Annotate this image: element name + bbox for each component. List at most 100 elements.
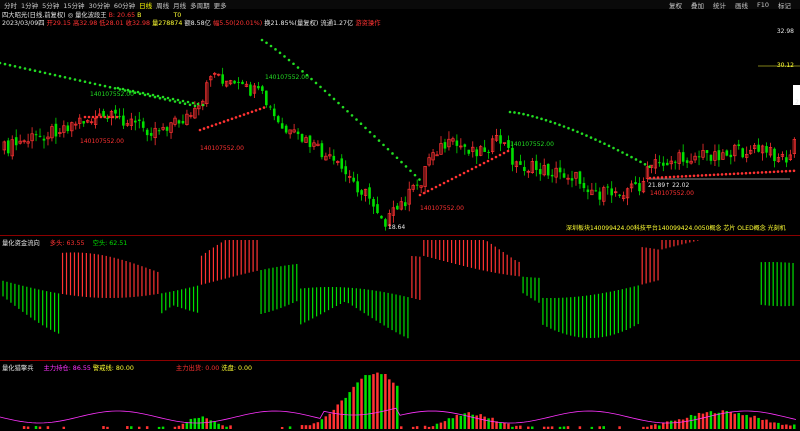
candle-body [356,181,359,193]
support-dot [254,109,258,112]
resistance-dot [562,125,566,128]
candle-body [709,154,713,161]
hunter-bar [491,417,494,429]
hunter-bar [749,417,752,429]
candle-body [320,143,324,158]
support-dot [716,173,720,176]
resistance-dot [359,122,363,126]
hunter-bar [280,426,284,429]
ref-value-label: 140107552.00 [510,141,554,148]
resistance-dot [283,55,286,58]
resistance-dot [292,62,295,66]
resistance-dot [296,66,300,69]
candle-body [717,150,721,161]
resistance-dot [517,111,521,115]
hunter-bar [793,424,796,429]
resistance-dot [265,41,268,45]
hunter-bar [658,425,661,429]
capital-flow-chart[interactable] [0,240,800,360]
support-dot [462,171,466,175]
support-dot [680,175,684,178]
support-dot [494,155,498,159]
hunter-bar [673,420,677,429]
resistance-dot [404,165,408,168]
support-dot [780,170,784,173]
resistance-dot [201,103,205,107]
candle-body [34,134,38,136]
hunter-bar [22,426,26,429]
resistance-dot [571,128,575,132]
support-dot [672,175,676,179]
support-dot [434,185,438,189]
candlestick-chart[interactable]: 140107552.00 140107552.00 140107552.00 1401… [0,0,800,236]
support-dot [704,173,708,177]
resistance-dot [0,61,2,65]
hunter-bar [455,414,459,429]
hunter-bar [360,378,363,429]
support-dot [708,173,712,177]
candle-body [467,149,471,154]
hunter-bar [431,426,435,429]
resistance-dot [621,151,624,154]
hunter-bar [531,426,534,429]
hunter-bar [765,419,768,429]
candle-body [403,202,407,207]
hunter-bar [34,426,38,429]
hunter-bar [618,426,621,429]
hunter-bar [558,426,562,429]
resistance-dot [156,94,160,98]
resistance-dot [38,70,42,74]
candle-body [546,163,550,176]
support-dot [502,151,506,155]
hunter-chart[interactable] [0,361,800,431]
support-dot [740,172,744,175]
low-price-mark: 18.64 [388,224,406,231]
ref-value-label: 140107552.00 [650,190,694,197]
candle-body [261,86,264,91]
resistance-dot [567,126,570,130]
candle-body [765,146,768,153]
resistance-dot [585,134,588,137]
hunter-bar [173,426,177,429]
resistance-dot [612,146,615,150]
hunter-bar [467,412,470,429]
hunter-bar [181,423,185,429]
hunter-bar [348,392,351,429]
resistance-dot [8,63,12,67]
support-dot [206,125,210,129]
support-dot [784,169,788,173]
resistance-dot [260,38,264,42]
hunter-bar [511,426,514,429]
candle-body [368,187,371,199]
resistance-dot [580,132,584,135]
support-dot [764,170,768,174]
hunter-bar [364,375,367,429]
support-dot [656,176,660,179]
support-dot [230,117,234,121]
support-dot [470,167,474,171]
hunter-bar [662,422,665,429]
support-dot [111,115,115,119]
hunter-bar [225,426,228,429]
hunter-bar [368,375,371,429]
candle-body [137,119,141,122]
hunter-bar [681,419,685,429]
resistance-dot [391,152,394,155]
resistance-dot [18,66,22,69]
hunter-bar [693,415,697,429]
support-dot [442,181,446,185]
candle-body [757,144,760,152]
support-dot [728,172,732,176]
support-dot [210,124,214,128]
resistance-dot [386,147,390,151]
candle-body [785,157,788,163]
support-dot [107,115,111,119]
hunter-bar [451,418,455,429]
hunter-bar [193,418,197,429]
candle-body [483,147,486,152]
resistance-dot [400,160,403,164]
candle-body [396,205,399,210]
resistance-dot [176,98,180,102]
support-dot [99,115,103,119]
resistance-dot [196,102,200,106]
